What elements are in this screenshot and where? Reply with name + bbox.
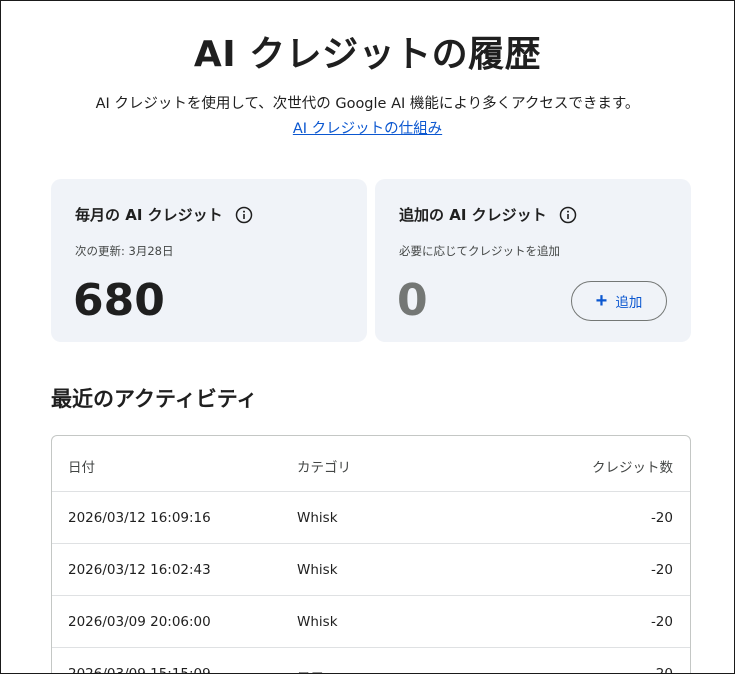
row-credits: -20 (650, 666, 673, 674)
extra-credits-subtitle: 必要に応じてクレジットを追加 (399, 244, 560, 258)
page-title: AI クレジットの履歴 (193, 34, 542, 75)
column-header-category: カテゴリ (297, 460, 351, 476)
row-category: Whisk (297, 510, 338, 526)
table-header: 日付 カテゴリ クレジット数 (52, 436, 690, 492)
table-row: 2026/03/09 15:15:09 フロー -20 (52, 648, 690, 674)
extra-credits-card: 追加の AI クレジット 必要に応じてクレジットを追加 0 + 追加 (375, 179, 691, 342)
info-icon[interactable] (559, 206, 577, 224)
row-category: フロー (297, 666, 338, 673)
extra-credits-value: 0 (397, 275, 428, 326)
add-credits-button[interactable]: + 追加 (571, 281, 667, 321)
monthly-credits-title-row: 毎月の AI クレジット (75, 204, 253, 225)
row-category: Whisk (297, 562, 338, 578)
row-credits: -20 (650, 614, 673, 630)
extra-credits-title: 追加の AI クレジット (399, 206, 547, 224)
how-it-works-link-row: AI クレジットの仕組み (1, 117, 734, 138)
extra-credits-title-row: 追加の AI クレジット (399, 204, 577, 225)
table-row: 2026/03/09 20:06:00 Whisk -20 (52, 596, 690, 648)
monthly-credits-card: 毎月の AI クレジット 次の更新: 3月28日 680 (51, 179, 367, 342)
row-category: Whisk (297, 614, 338, 630)
activity-table: 日付 カテゴリ クレジット数 2026/03/12 16:09:16 Whisk… (51, 435, 691, 674)
row-credits: -20 (650, 510, 673, 526)
row-credits: -20 (650, 562, 673, 578)
how-it-works-link[interactable]: AI クレジットの仕組み (293, 121, 442, 137)
row-date: 2026/03/09 20:06:00 (68, 614, 211, 630)
info-icon[interactable] (235, 206, 253, 224)
row-date: 2026/03/12 16:02:43 (68, 562, 211, 578)
monthly-credits-renewal: 次の更新: 3月28日 (75, 244, 174, 258)
monthly-credits-title: 毎月の AI クレジット (75, 206, 223, 224)
plus-icon: + (595, 290, 608, 312)
row-date: 2026/03/09 15:15:09 (68, 666, 211, 674)
page-description: AI クレジットを使用して、次世代の Google AI 機能により多くアクセス… (95, 96, 640, 112)
recent-activity-title: 最近のアクティビティ (51, 387, 258, 411)
column-header-date: 日付 (68, 460, 95, 476)
monthly-credits-value: 680 (73, 275, 165, 326)
add-credits-label: 追加 (615, 295, 643, 310)
row-date: 2026/03/12 16:09:16 (68, 510, 211, 526)
table-row: 2026/03/12 16:09:16 Whisk -20 (52, 492, 690, 544)
page-frame: AI クレジットの履歴 AI クレジットを使用して、次世代の Google AI… (0, 0, 735, 674)
table-row: 2026/03/12 16:02:43 Whisk -20 (52, 544, 690, 596)
column-header-credits: クレジット数 (592, 460, 673, 476)
